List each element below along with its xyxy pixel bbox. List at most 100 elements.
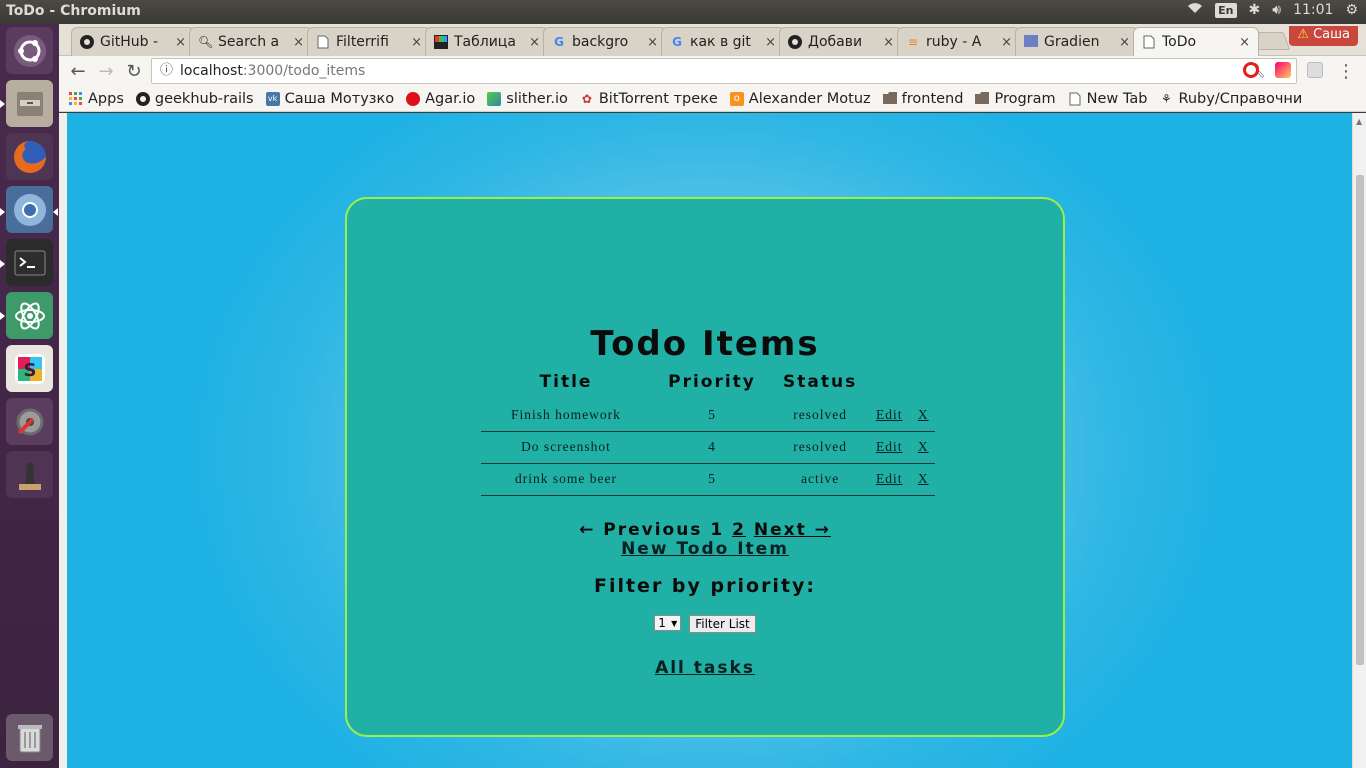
files-icon[interactable] — [6, 80, 53, 127]
tab-google-git[interactable]: G как в git × — [661, 27, 785, 56]
tab-search[interactable]: 🔍︎ Search a × — [189, 27, 313, 56]
close-icon[interactable]: × — [1239, 35, 1250, 50]
close-icon[interactable]: × — [1001, 35, 1012, 50]
scrollbar-thumb[interactable] — [1356, 175, 1364, 665]
close-icon[interactable]: × — [293, 35, 304, 50]
tab-github-add[interactable]: Добави × — [779, 27, 903, 56]
bookmark-folder-program[interactable]: Program — [975, 91, 1056, 107]
new-todo-item-link[interactable]: New Todo Item — [621, 539, 789, 559]
close-icon[interactable]: × — [883, 35, 894, 50]
profile-button[interactable]: ⚠ Саша — [1289, 26, 1358, 46]
tab-label: Filterrifi — [336, 34, 389, 50]
wiki-icon: ⚘ — [1161, 91, 1172, 106]
keyboard-layout-indicator[interactable]: En — [1215, 2, 1237, 18]
info-icon[interactable]: ⓘ — [160, 59, 173, 83]
profile-name: Саша — [1313, 27, 1350, 42]
launcher-running-indicator — [0, 312, 5, 320]
volume-icon[interactable]: 🔊︎ — [1272, 2, 1281, 18]
gradient-extension-icon[interactable] — [1275, 62, 1291, 78]
tab-google-background[interactable]: G backgro × — [543, 27, 667, 56]
all-tasks-wrapper: All tasks — [347, 658, 1063, 678]
delete-link[interactable]: X — [918, 471, 929, 486]
top-panel: ToDo - Chromium En ✱ 🔊︎ 11:01 ⚙ — [0, 0, 1366, 24]
gear-icon[interactable]: ⚙ — [1345, 2, 1358, 18]
bookmark-agar[interactable]: Agar.io — [406, 91, 475, 107]
bookmark-label: BitTorrent треке — [598, 90, 718, 107]
bookmark-folder-frontend[interactable]: frontend — [882, 91, 963, 107]
atom-icon[interactable] — [6, 292, 53, 339]
opera-extension-icon[interactable] — [1243, 62, 1259, 78]
system-settings-icon[interactable] — [6, 398, 53, 445]
chromium-icon[interactable] — [6, 186, 53, 233]
bluetooth-icon[interactable]: ✱ — [1249, 2, 1261, 18]
clock[interactable]: 11:01 — [1293, 2, 1333, 18]
table-row: Finish homework 5 resolved Edit X — [481, 399, 936, 432]
cell-title: drink some beer — [481, 463, 651, 496]
reload-icon[interactable]: ↻ — [123, 60, 145, 82]
forward-icon[interactable]: → — [95, 60, 117, 82]
close-icon[interactable]: × — [175, 35, 186, 50]
cell-status: resolved — [773, 431, 868, 464]
bookmark-new-tab[interactable]: New Tab — [1068, 90, 1148, 107]
next-page-link[interactable]: Next → — [754, 520, 831, 540]
bookmark-ruby-docs[interactable]: ⚘ Ruby/Справочни — [1159, 91, 1302, 107]
address-bar[interactable]: ⓘ localhost:3000/todo_items 🔍︎ ☆ — [151, 58, 1297, 84]
bookmark-geekhub-rails[interactable]: geekhub-rails — [135, 91, 254, 107]
bittorrent-icon: ✿ — [581, 91, 592, 106]
filter-list-button[interactable]: Filter List — [689, 615, 756, 633]
tab-gradient[interactable]: Gradien × — [1015, 27, 1139, 56]
close-icon[interactable]: × — [529, 35, 540, 50]
launcher-active-indicator — [53, 208, 58, 216]
tab-table[interactable]: Таблица × — [425, 27, 549, 56]
agar-icon — [406, 91, 421, 106]
tab-label: Gradien — [1044, 34, 1100, 50]
page-icon — [1142, 35, 1156, 49]
edit-link[interactable]: Edit — [876, 439, 903, 454]
close-icon[interactable]: × — [411, 35, 422, 50]
bookmark-apps[interactable]: Apps — [69, 91, 124, 107]
bookmark-bittorrent[interactable]: ✿ BitTorrent треке — [580, 91, 718, 107]
close-icon[interactable]: × — [1119, 35, 1130, 50]
back-icon[interactable]: ← — [67, 60, 89, 82]
tab-todo[interactable]: ToDo × — [1133, 27, 1259, 56]
firefox-icon[interactable] — [6, 133, 53, 180]
column-header-title: Title — [539, 372, 593, 392]
close-icon[interactable]: × — [765, 35, 776, 50]
page-icon — [316, 35, 330, 49]
tab-strip: GitHub - × 🔍︎ Search a × Filterrifi × Та… — [59, 24, 1366, 56]
table-row: drink some beer 5 active Edit X — [481, 463, 936, 496]
delete-link[interactable]: X — [918, 439, 929, 454]
bookmark-label: Alexander Motuz — [748, 90, 871, 107]
terminal-icon[interactable] — [6, 239, 53, 286]
delete-link[interactable]: X — [918, 407, 929, 422]
bookmark-slither[interactable]: slither.io — [487, 91, 568, 107]
tab-stackoverflow[interactable]: ≡ ruby - A × — [897, 27, 1021, 56]
all-tasks-link[interactable]: All tasks — [655, 658, 755, 678]
page-scrollbar[interactable]: ▲ — [1352, 113, 1366, 768]
bookmark-label: New Tab — [1086, 90, 1148, 107]
edit-link[interactable]: Edit — [876, 407, 903, 422]
wifi-icon[interactable] — [1187, 2, 1203, 18]
edit-link[interactable]: Edit — [876, 471, 903, 486]
bookmark-vk[interactable]: vk Саша Мотузко — [265, 91, 394, 107]
column-header-edit — [867, 371, 911, 399]
slack-icon[interactable]: S — [6, 345, 53, 392]
url-path: :3000/todo_items — [242, 63, 366, 79]
priority-select[interactable]: 1 ▼ — [654, 615, 682, 631]
scroll-up-icon[interactable]: ▲ — [1356, 117, 1362, 126]
page-2-link[interactable]: 2 — [732, 520, 746, 540]
menu-icon[interactable]: ⋮ — [1335, 60, 1357, 82]
tab-filterrific[interactable]: Filterrifi × — [307, 27, 431, 56]
chess-icon[interactable] — [6, 451, 53, 498]
launcher-running-indicator — [0, 100, 5, 108]
ubuntu-dash-icon[interactable] — [6, 27, 53, 74]
extension-icon[interactable] — [1307, 62, 1323, 78]
close-icon[interactable]: × — [647, 35, 658, 50]
trash-icon[interactable] — [6, 714, 53, 761]
bookmark-odnoklassniki[interactable]: o Alexander Motuz — [729, 90, 871, 107]
tab-github[interactable]: GitHub - × — [71, 27, 195, 56]
window-title: ToDo - Chromium — [6, 3, 141, 19]
bookmarks-bar: Apps geekhub-rails vk Саша Мотузко Agar.… — [59, 86, 1366, 112]
current-page: 1 — [710, 520, 725, 540]
svg-text:S: S — [23, 360, 36, 381]
